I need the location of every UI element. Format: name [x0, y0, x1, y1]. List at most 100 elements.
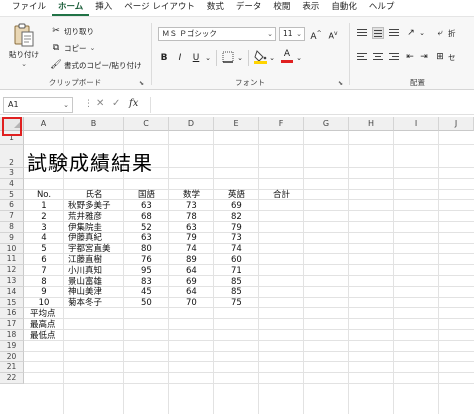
column-header-e[interactable]: E [214, 117, 259, 131]
header-japanese[interactable]: 国語 [124, 191, 169, 200]
tab-0[interactable]: ファイル [6, 0, 52, 16]
tab-7[interactable]: 表示 [296, 0, 325, 16]
tab-5[interactable]: データ [230, 0, 268, 16]
align-top-button[interactable] [356, 27, 368, 39]
student-no[interactable]: 7 [24, 267, 64, 276]
fill-color-dropdown-icon[interactable]: ⌄ [268, 51, 276, 65]
row-header-2[interactable]: 2 [0, 145, 24, 168]
student-no[interactable]: 10 [24, 299, 64, 308]
column-header-c[interactable]: C [124, 117, 169, 131]
summary-label[interactable]: 最低点 [30, 331, 56, 341]
font-color-dropdown-icon[interactable]: ⌄ [295, 51, 303, 65]
tab-2[interactable]: 挿入 [89, 0, 118, 16]
column-header-g[interactable]: G [304, 117, 349, 131]
header-total[interactable]: 合計 [259, 191, 304, 200]
align-right-button[interactable] [388, 51, 400, 63]
row-header-3[interactable]: 3 [0, 168, 24, 179]
score-japanese[interactable]: 50 [141, 299, 152, 308]
row-header-4[interactable]: 4 [0, 178, 24, 190]
paste-dropdown-icon[interactable]: ⌄ [4, 60, 44, 68]
tab-1[interactable]: ホーム [52, 0, 90, 16]
row-header-10[interactable]: 10 [0, 243, 24, 255]
cut-button[interactable]: ✂ 切り取り [50, 24, 94, 38]
score-japanese[interactable]: 95 [141, 267, 152, 276]
student-name[interactable]: 神山美津 [68, 288, 102, 297]
row-header-13[interactable]: 13 [0, 276, 24, 287]
tab-4[interactable]: 数式 [201, 0, 230, 16]
score-math[interactable]: 89 [186, 256, 197, 265]
italic-button[interactable]: I [174, 51, 186, 65]
format-painter-button[interactable]: 🖌 書式のコピー/貼り付け [50, 58, 141, 72]
tab-8[interactable]: 自動化 [325, 0, 363, 16]
score-math[interactable]: 63 [186, 223, 197, 233]
header-math[interactable]: 数学 [169, 191, 214, 200]
score-english[interactable]: 75 [231, 299, 242, 308]
score-math[interactable]: 64 [186, 267, 197, 276]
formula-input[interactable] [150, 97, 471, 113]
student-name[interactable]: 宇都宮直美 [68, 245, 111, 254]
student-name[interactable]: 秋野多美子 [68, 202, 111, 211]
student-no[interactable]: 4 [24, 234, 64, 243]
score-japanese[interactable]: 68 [141, 213, 152, 222]
borders-dropdown-icon[interactable]: ⌄ [236, 51, 244, 65]
decrease-indent-button[interactable]: ⇤ [404, 50, 416, 64]
student-no[interactable]: 3 [24, 223, 64, 233]
score-english[interactable]: 85 [231, 277, 242, 287]
align-center-button[interactable] [372, 51, 384, 63]
column-header-d[interactable]: D [169, 117, 214, 131]
score-japanese[interactable]: 45 [141, 288, 152, 297]
score-math[interactable]: 69 [186, 277, 197, 287]
align-middle-button[interactable] [372, 27, 384, 39]
row-header-14[interactable]: 14 [0, 286, 24, 298]
fill-color-button[interactable] [253, 49, 267, 64]
column-header-i[interactable]: I [394, 117, 439, 131]
row-header-19[interactable]: 19 [0, 340, 24, 352]
student-no[interactable]: 8 [24, 277, 64, 287]
header-name[interactable]: 氏名 [64, 191, 124, 200]
borders-button[interactable] [221, 51, 235, 65]
row-header-9[interactable]: 9 [0, 232, 24, 244]
cancel-icon[interactable]: ✕ [96, 98, 104, 109]
column-header-a[interactable]: A [24, 117, 64, 131]
clipboard-launcher-icon[interactable]: ⬊ [139, 80, 144, 87]
score-math[interactable]: 78 [186, 213, 197, 222]
font-size-select[interactable]: 11 ⌄ [279, 27, 305, 41]
score-japanese[interactable]: 80 [141, 245, 152, 254]
grow-font-button[interactable]: A^ [309, 27, 323, 42]
score-japanese[interactable]: 63 [141, 234, 152, 243]
font-name-select[interactable]: ＭＳ Ｐゴシック ⌄ [158, 27, 276, 41]
student-name[interactable]: 菊本冬子 [68, 299, 102, 308]
score-english[interactable]: 69 [231, 202, 242, 211]
underline-button[interactable]: U [190, 51, 202, 65]
student-no[interactable]: 2 [24, 213, 64, 222]
student-no[interactable]: 9 [24, 288, 64, 297]
row-header-17[interactable]: 17 [0, 319, 24, 330]
row-header-16[interactable]: 16 [0, 308, 24, 320]
paste-button[interactable]: 貼り付け ⌄ [4, 23, 44, 71]
row-header-6[interactable]: 6 [0, 200, 24, 212]
header-english[interactable]: 英語 [214, 191, 259, 200]
align-bottom-button[interactable] [388, 27, 400, 39]
row-header-22[interactable]: 22 [0, 373, 24, 384]
worksheet-grid[interactable]: ABCDEFGHIJ 1 2 3 4 5 6 7 8 9 10 11 12 13 14 15 16 17 18 19… [0, 117, 474, 414]
student-name[interactable]: 景山富雄 [68, 277, 102, 287]
row-header-8[interactable]: 8 [0, 222, 24, 233]
tab-9[interactable]: ヘルプ [363, 0, 401, 16]
score-english[interactable]: 85 [231, 288, 242, 297]
row-header-18[interactable]: 18 [0, 330, 24, 341]
score-english[interactable]: 79 [231, 223, 242, 233]
increase-indent-button[interactable]: ⇥ [418, 50, 430, 64]
row-header-20[interactable]: 20 [0, 351, 24, 363]
font-launcher-icon[interactable]: ⬊ [338, 80, 343, 87]
shrink-font-button[interactable]: Av [326, 27, 340, 41]
merge-center-button[interactable]: ⊞ セ [434, 50, 455, 64]
student-name[interactable]: 伊集院圭 [68, 223, 102, 233]
row-header-21[interactable]: 21 [0, 362, 24, 374]
enter-check-icon[interactable]: ✓ [112, 98, 120, 109]
score-math[interactable]: 74 [186, 245, 197, 254]
insert-function-icon[interactable]: fx [129, 98, 138, 109]
score-japanese[interactable]: 63 [141, 202, 152, 211]
score-english[interactable]: 71 [231, 267, 242, 276]
student-name[interactable]: 伊藤真紀 [68, 234, 102, 243]
summary-label[interactable]: 平均点 [30, 310, 56, 319]
